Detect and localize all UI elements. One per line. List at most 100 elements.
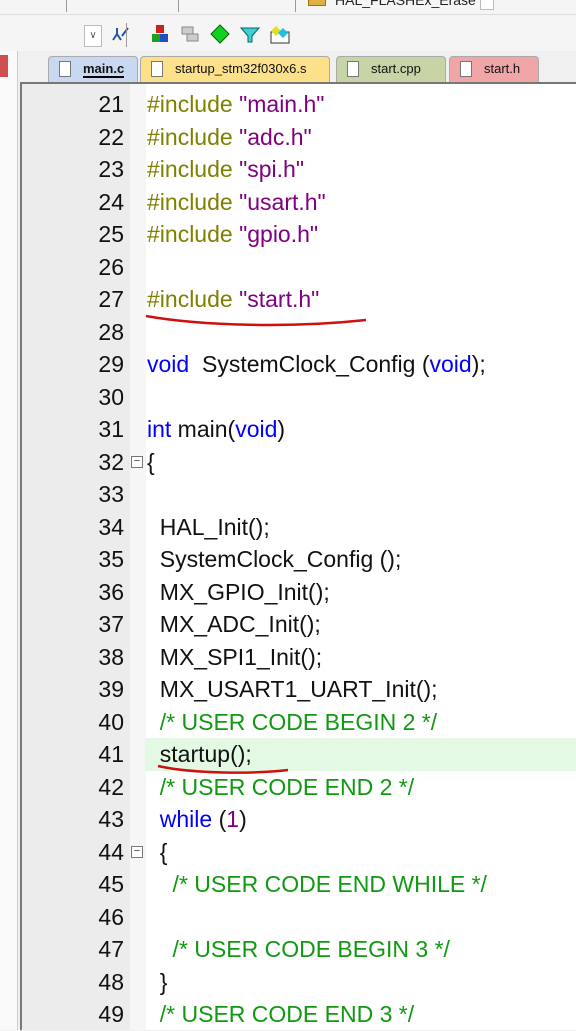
code-line[interactable]: 45 /* USER CODE END WHILE */ xyxy=(22,868,576,901)
code-text: SystemClock_Config (); xyxy=(145,543,576,576)
code-text: /* USER CODE END WHILE */ xyxy=(145,868,576,901)
code-token: /* USER CODE BEGIN 3 */ xyxy=(147,936,450,962)
code-token: #include xyxy=(147,91,240,117)
file-icon xyxy=(59,61,71,77)
code-text: { xyxy=(145,446,576,479)
line-number: 26 xyxy=(98,253,124,280)
code-line[interactable]: 46 xyxy=(22,901,576,934)
line-number: 21 xyxy=(98,91,124,117)
code-text: MX_USART1_UART_Init(); xyxy=(145,673,576,706)
code-line[interactable]: 34 HAL_Init(); xyxy=(22,511,576,544)
code-token: void xyxy=(429,351,472,377)
fold-toggle-icon[interactable]: − xyxy=(131,845,143,858)
toolbar-separator xyxy=(126,23,127,47)
code-line[interactable]: 26 xyxy=(22,251,576,284)
editor-tabs: main.c startup_stm32f030x6.s start.cpp star… xyxy=(20,51,576,82)
code-text: } xyxy=(145,966,576,999)
chevron-down-icon[interactable]: ∨ xyxy=(84,25,102,47)
code-line[interactable]: 49 /* USER CODE END 3 */ xyxy=(22,998,576,1031)
code-line[interactable]: 37 MX_ADC_Init(); xyxy=(22,608,576,641)
code-line[interactable]: 40 /* USER CODE BEGIN 2 */ xyxy=(22,706,576,739)
code-text: MX_GPIO_Init(); xyxy=(145,576,576,609)
line-number: 46 xyxy=(98,903,124,930)
code-line[interactable]: 36 MX_GPIO_Init(); xyxy=(22,576,576,609)
code-token: MX_USART1_UART_Init(); xyxy=(147,676,438,702)
code-line[interactable]: 48 } xyxy=(22,966,576,999)
line-number: 36 xyxy=(98,578,124,605)
line-number: 25 xyxy=(98,221,124,247)
tab-main-c[interactable]: main.c xyxy=(48,56,138,82)
function-select[interactable]: HAL_FLASHEx_Erase xyxy=(335,0,476,8)
tab-start-h[interactable]: start.h xyxy=(449,56,539,82)
code-line[interactable]: 29 void SystemClock_Config (void); xyxy=(22,348,576,381)
line-number: 43 xyxy=(98,806,124,832)
tab-startup-stm32f030x6-s[interactable]: startup_stm32f030x6.s xyxy=(140,56,330,82)
code-line[interactable]: 38 MX_SPI1_Init(); xyxy=(22,641,576,674)
fold-toggle-icon[interactable]: − xyxy=(131,455,143,468)
code-token: #include xyxy=(147,123,240,150)
wizard-icon[interactable] xyxy=(110,24,130,44)
code-token: "spi.h" xyxy=(239,156,304,182)
code-text: { xyxy=(145,836,576,869)
line-number: 37 xyxy=(98,611,124,637)
code-text: void SystemClock_Config (void); xyxy=(145,348,576,381)
code-token: main( xyxy=(171,416,236,442)
code-token: #include xyxy=(147,156,240,182)
code-token: SystemClock_Config ( xyxy=(189,351,430,377)
code-line[interactable]: 24 #include "usart.h" xyxy=(22,186,576,219)
project-pane xyxy=(0,51,18,1030)
code-line[interactable]: 35 SystemClock_Config (); xyxy=(22,543,576,576)
code-text: /* USER CODE END 3 */ xyxy=(145,998,576,1031)
red-underline-startup xyxy=(157,764,289,774)
code-line[interactable]: 44− { xyxy=(22,836,576,869)
tab-start-cpp[interactable]: start.cpp xyxy=(336,56,446,82)
code-token: ) xyxy=(239,806,247,832)
toolbar-separator xyxy=(295,0,296,12)
line-number: 22 xyxy=(98,123,124,150)
component-manager-icon[interactable] xyxy=(150,24,170,44)
filter-icon[interactable] xyxy=(240,24,260,44)
line-number: 32 xyxy=(98,448,124,475)
code-line[interactable]: 47 /* USER CODE BEGIN 3 */ xyxy=(22,933,576,966)
code-line[interactable]: 32−{ xyxy=(22,446,576,479)
code-token: MX_GPIO_Init(); xyxy=(147,578,330,605)
folder-icon[interactable] xyxy=(308,0,326,6)
line-number: 45 xyxy=(98,871,124,897)
code-text: #include "adc.h" xyxy=(145,121,576,154)
packs-icon[interactable] xyxy=(270,24,290,44)
code-token: } xyxy=(147,968,168,995)
code-token: ); xyxy=(471,351,486,377)
code-text: /* USER CODE BEGIN 2 */ xyxy=(145,706,576,739)
code-token: /* USER CODE BEGIN 2 */ xyxy=(147,708,438,735)
code-line[interactable]: 39 MX_USART1_UART_Init(); xyxy=(22,673,576,706)
code-line[interactable]: 42 /* USER CODE END 2 */ xyxy=(22,771,576,804)
function-dropdown-button[interactable] xyxy=(480,0,494,10)
code-line[interactable]: 41 startup(); xyxy=(22,738,576,771)
code-token: ( xyxy=(212,806,227,832)
code-line[interactable]: 43 while (1) xyxy=(22,803,576,836)
code-line[interactable]: 31 int main(void) xyxy=(22,413,576,446)
line-number: 23 xyxy=(98,156,124,182)
code-token: { xyxy=(147,838,168,865)
file-icon xyxy=(347,61,359,77)
code-line[interactable]: 21 #include "main.h" xyxy=(22,88,576,121)
code-line[interactable]: 33 xyxy=(22,478,576,511)
code-line[interactable]: 25 #include "gpio.h" xyxy=(22,218,576,251)
line-number: 38 xyxy=(98,643,124,670)
line-number: 30 xyxy=(98,383,124,410)
windows-icon[interactable] xyxy=(180,24,200,44)
code-line[interactable]: 23 #include "spi.h" xyxy=(22,153,576,186)
code-line[interactable]: 22 #include "adc.h" xyxy=(22,121,576,154)
pack-installer-icon[interactable] xyxy=(210,24,230,44)
code-text: #include "gpio.h" xyxy=(145,218,576,251)
line-number: 42 xyxy=(98,773,124,800)
code-line[interactable]: 30 xyxy=(22,381,576,414)
line-number: 33 xyxy=(98,481,124,507)
line-number: 39 xyxy=(98,676,124,702)
code-token: MX_SPI1_Init(); xyxy=(147,643,323,670)
line-number: 24 xyxy=(98,188,124,215)
code-text: /* USER CODE BEGIN 3 */ xyxy=(145,933,576,966)
code-editor[interactable]: 21 #include "main.h" 22 #include "adc.h" 2… xyxy=(20,82,576,1030)
